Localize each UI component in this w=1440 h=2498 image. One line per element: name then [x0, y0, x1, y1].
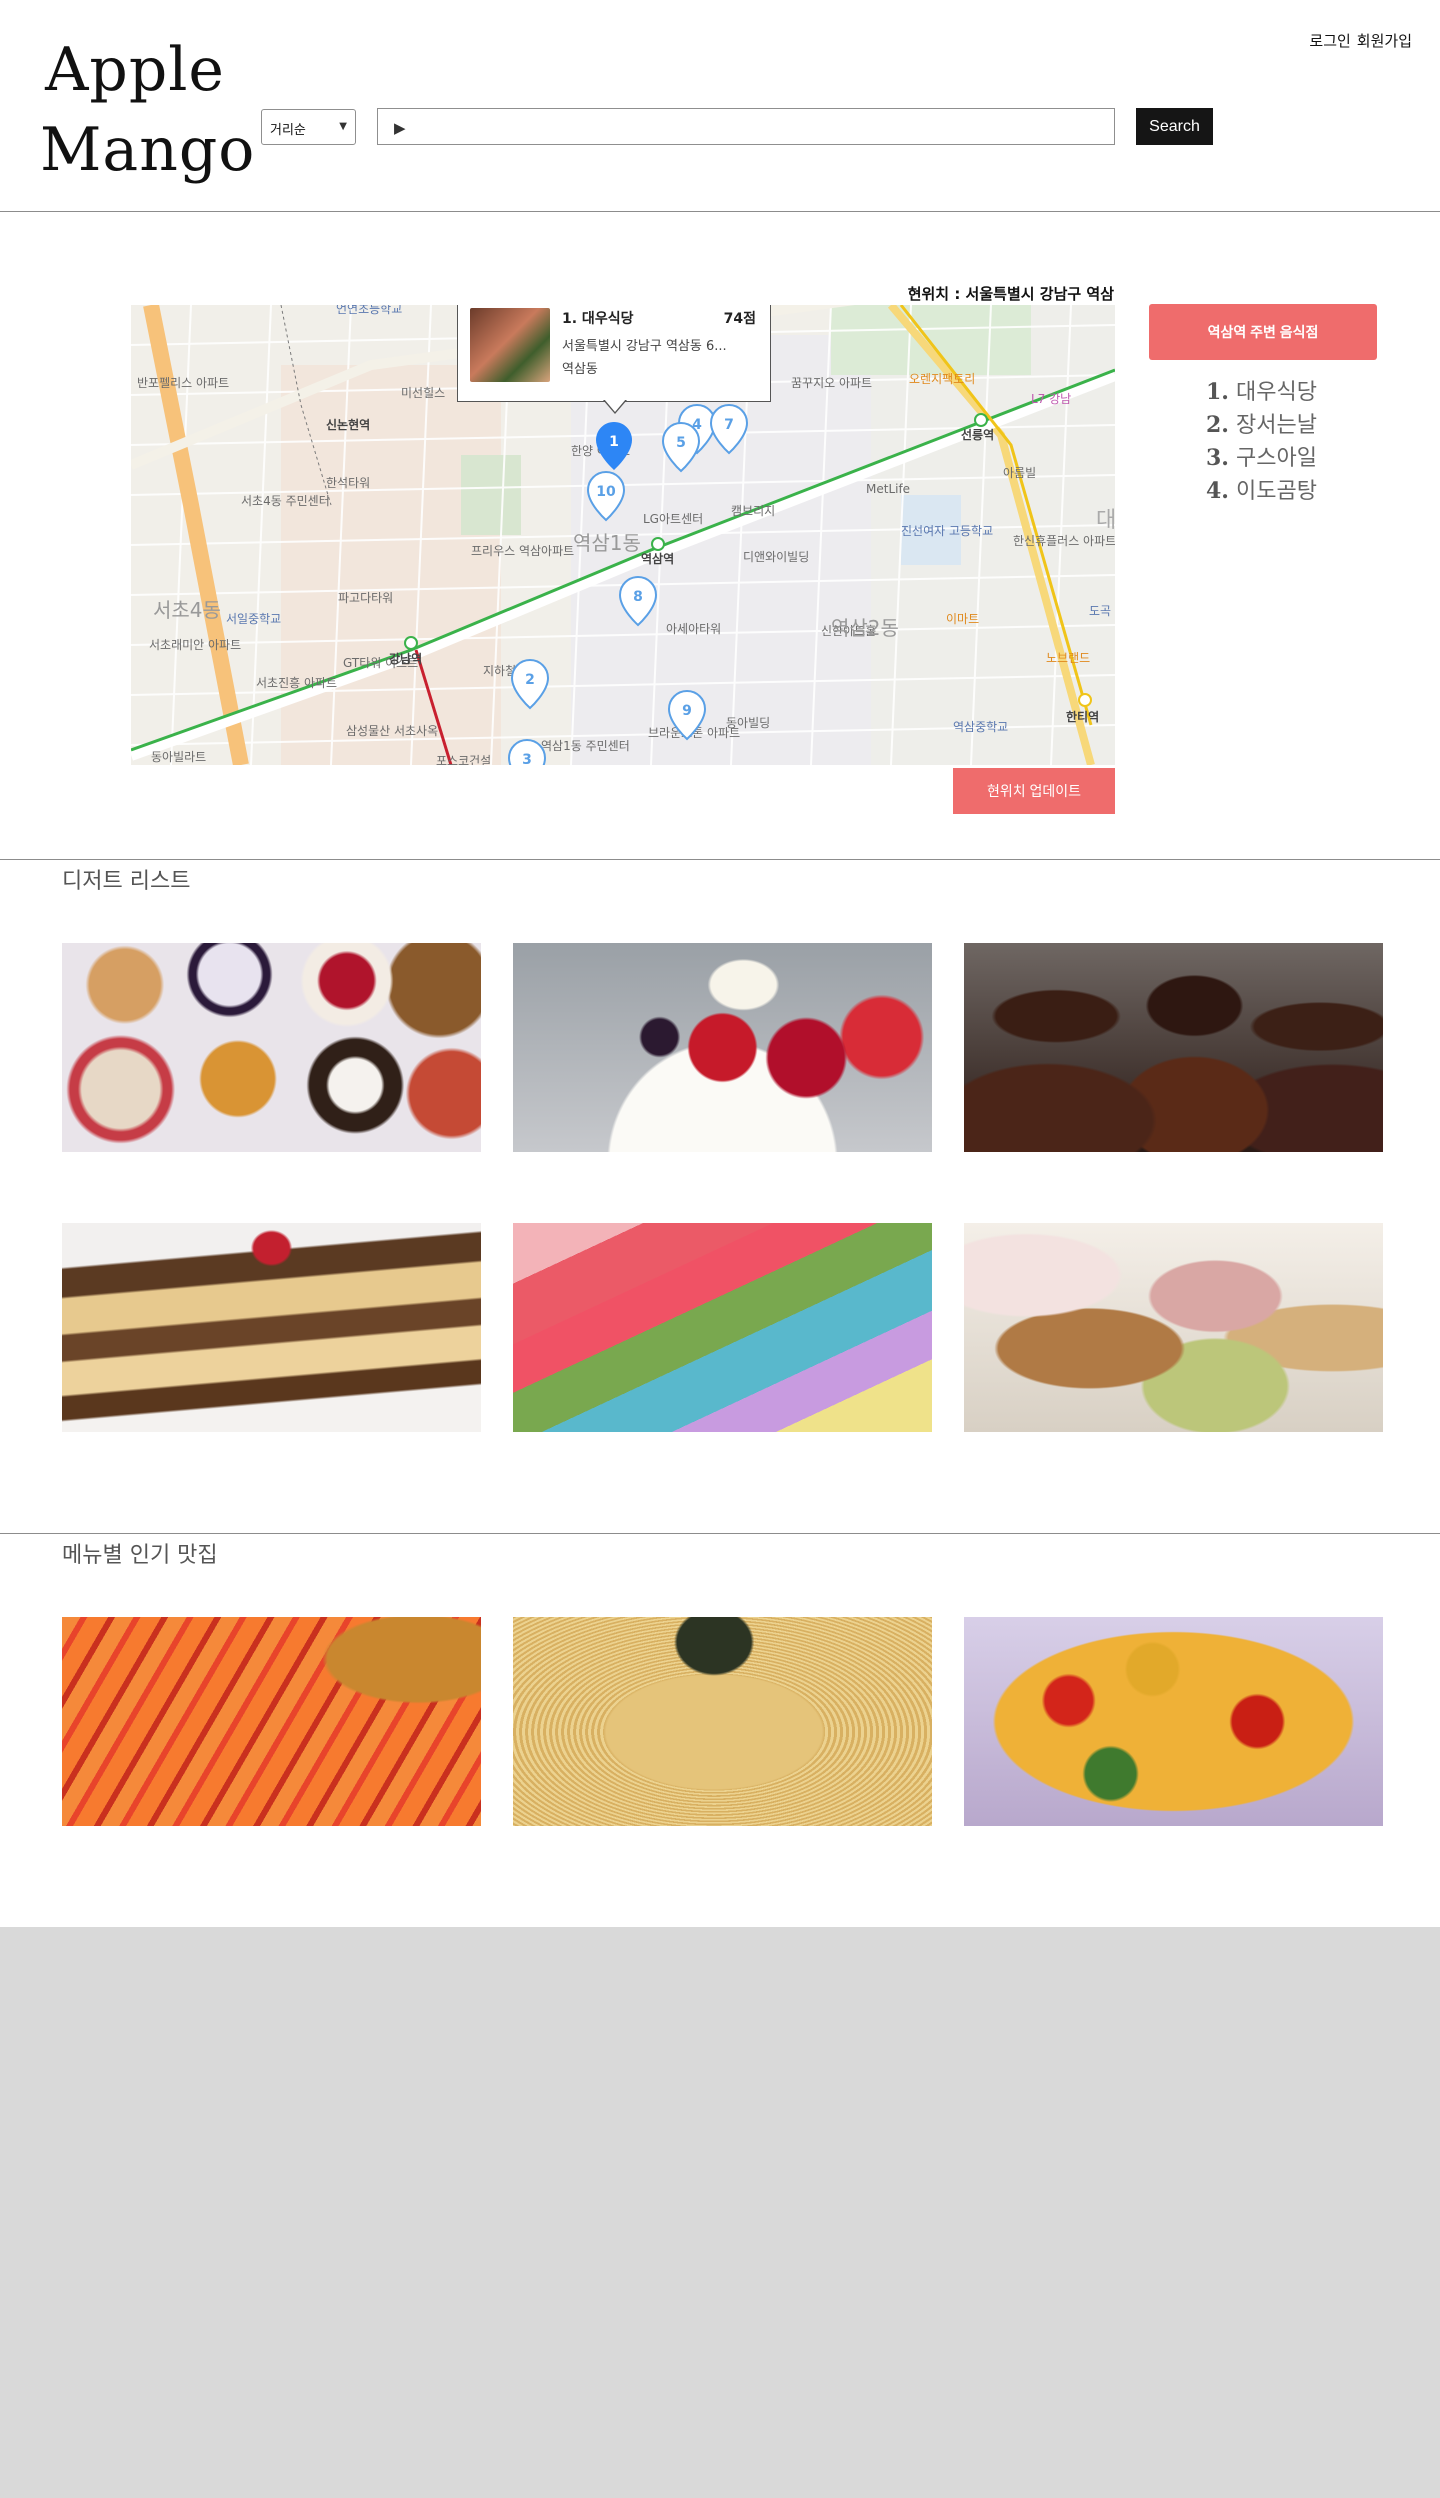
map-label: 파고다타워: [338, 591, 393, 605]
map-label: 언연초등학교: [336, 305, 402, 316]
dessert-image-macarons[interactable]: [513, 1223, 932, 1432]
rank-number: 3.: [1206, 445, 1229, 471]
rank-number: 1.: [1206, 379, 1229, 405]
logo-line-1: Apple: [45, 35, 225, 105]
map-label: 오렌지팩토리: [909, 372, 975, 386]
map-label: 프리우스 역삼아파트: [471, 544, 574, 558]
map-label: 대: [1096, 508, 1115, 533]
map-label: 역삼역: [641, 551, 674, 566]
map-label: 한티역: [1066, 709, 1099, 724]
ranking-item[interactable]: 2. 장서는날: [1206, 409, 1317, 442]
map-label: 역삼1동: [573, 531, 641, 555]
map-label: 노브랜드: [1046, 651, 1090, 665]
dessert-image-canele[interactable]: [964, 943, 1383, 1152]
play-icon: ▶: [394, 119, 406, 137]
map-label: L7 강남: [1031, 392, 1071, 406]
map-label: 포스코건설: [436, 754, 491, 765]
sort-select-value: 거리순: [270, 123, 306, 138]
dessert-section-title: 디저트 리스트: [62, 869, 191, 894]
logo-line-2: Mango: [40, 115, 256, 185]
section-divider: [0, 859, 1440, 860]
map-label: MetLife: [866, 482, 910, 496]
map-label: 강남역: [389, 651, 422, 666]
map-label: 삼성물산 서초사옥: [346, 724, 438, 738]
rank-name: 대우식당: [1235, 380, 1317, 405]
rank-name: 장서는날: [1235, 413, 1317, 438]
logo[interactable]: Apple Mango: [40, 30, 256, 190]
map-label: 아름빌: [1003, 466, 1036, 480]
map-label: 한신휴플러스 아파트: [1013, 534, 1115, 548]
rank-number: 2.: [1206, 412, 1229, 438]
map[interactable]: 반포펠리스 아파트 신논현역 미선힐스 서초4동 주민센터 한석타워 파고다타워…: [131, 305, 1115, 765]
map-label: 한석타워: [326, 476, 370, 490]
menu-image-pasta[interactable]: [513, 1617, 932, 1826]
map-label: 서초래미안 아파트: [149, 638, 241, 652]
map-label: 선릉역: [961, 427, 994, 442]
auth-links: 로그인 회원가입: [1309, 30, 1412, 51]
search-box[interactable]: ▶: [377, 108, 1115, 145]
section-divider: [0, 1533, 1440, 1534]
map-label: 반포펠리스 아파트: [137, 376, 229, 390]
nearby-restaurants-button[interactable]: 역삼역 주변 음식점: [1149, 304, 1377, 360]
header: Apple Mango 로그인 회원가입 거리순 ▼ ▶ Search: [0, 0, 1440, 212]
map-label: 역삼2동: [831, 616, 899, 640]
marker-label: 9: [682, 703, 692, 719]
rank-name: 구스아일: [1235, 446, 1317, 471]
map-label: 디앤와이빌딩: [743, 550, 809, 564]
map-label: 역삼1동 주민센터: [541, 739, 630, 753]
search-button[interactable]: Search: [1136, 108, 1213, 145]
dessert-image-berry-cake[interactable]: [513, 943, 932, 1152]
map-label: 신논현역: [326, 417, 370, 432]
signup-link[interactable]: 회원가입: [1357, 30, 1412, 51]
menu-section-title: 메뉴별 인기 맛집: [62, 1543, 218, 1568]
dessert-image-tiramisu[interactable]: [62, 1223, 481, 1432]
login-link[interactable]: 로그인: [1309, 30, 1350, 51]
map-label: 도곡: [1089, 604, 1111, 618]
ranking-item[interactable]: 1. 대우식당: [1206, 376, 1317, 409]
map-label: 캠브리지: [731, 504, 775, 518]
ranking-list: 1. 대우식당 2. 장서는날 3. 구스아일 4. 이도곰탕: [1206, 376, 1317, 508]
map-label: 서초4동 주민센터: [241, 494, 330, 508]
dessert-image-waffles[interactable]: [62, 943, 481, 1152]
map-label: 서초진흥 아파트: [256, 676, 337, 690]
popup-restaurant-name: 1. 대우식당: [562, 311, 634, 327]
popup-tail: [603, 399, 627, 414]
menu-image-tacos[interactable]: [964, 1617, 1383, 1826]
ranking-item[interactable]: 4. 이도곰탕: [1206, 475, 1317, 508]
map-label: 동아빌라트: [151, 750, 206, 764]
menu-image-tteokbokki[interactable]: [62, 1617, 481, 1826]
rank-name: 이도곰탕: [1235, 479, 1317, 504]
popup-dong: 역삼동: [562, 362, 598, 377]
marker-label: 1: [609, 434, 619, 450]
marker-label: 3: [522, 752, 532, 765]
marker-label: 5: [676, 435, 686, 451]
map-label: 진선여자 고등학교: [901, 524, 993, 538]
chevron-down-icon: ▼: [339, 121, 347, 132]
footer: [0, 1927, 1440, 2498]
map-label: 꿈꾸지오 아파트: [791, 376, 872, 390]
ranking-item[interactable]: 3. 구스아일: [1206, 442, 1317, 475]
map-label: 역삼중학교: [953, 720, 1008, 734]
map-label: 서일중학교: [226, 612, 281, 626]
restaurant-thumbnail: [470, 308, 550, 382]
rank-number: 4.: [1206, 478, 1229, 504]
map-label: 미선힐스: [401, 386, 445, 400]
popup-address: 서울특별시 강남구 역삼동 6...: [562, 339, 727, 354]
marker-label: 8: [633, 589, 643, 605]
map-info-popup[interactable]: 1. 대우식당 74점 서울특별시 강남구 역삼동 6... 역삼동: [457, 305, 771, 414]
popup-score: 74점: [723, 311, 756, 327]
marker-label: 10: [596, 484, 616, 500]
dessert-image-ice-cream[interactable]: [964, 1223, 1383, 1432]
marker-label: 2: [525, 672, 535, 688]
map-marker[interactable]: 3: [507, 738, 547, 765]
map-label: LG아트센터: [643, 512, 703, 526]
update-location-button[interactable]: 현위치 업데이트: [953, 768, 1115, 814]
map-label: 이마트: [946, 612, 979, 626]
marker-label: 7: [724, 417, 734, 433]
map-label: 아세아타워: [666, 622, 721, 636]
search-input[interactable]: [418, 113, 1108, 140]
map-label: 서초4동: [153, 598, 221, 622]
sort-select[interactable]: 거리순 ▼: [261, 109, 356, 145]
